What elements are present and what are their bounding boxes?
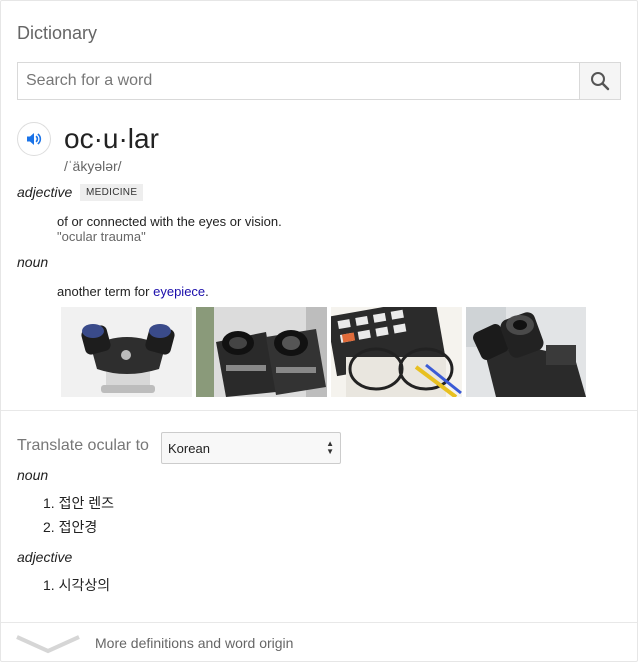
select-arrows-icon: ▲ ▼	[326, 439, 334, 456]
translation-pos-adjective: adjective	[17, 549, 73, 565]
speaker-icon	[27, 133, 42, 145]
pronunciation-audio-button[interactable]	[17, 122, 51, 156]
translation-item: 1. 시각상의	[43, 577, 111, 593]
definition-prefix: another term for	[57, 284, 154, 299]
microscope-eyepieces-image[interactable]	[61, 307, 192, 397]
card-title: Dictionary	[17, 23, 98, 43]
definition-noun: another term for eyepiece.	[57, 284, 209, 299]
dictionary-card: Dictionary oc·u·lar /ˈäkyələr/ adjective…	[0, 0, 638, 662]
more-definitions-button[interactable]: More definitions and word origin	[1, 623, 637, 661]
phonetic-spelling: /ˈäkyələr/	[64, 158, 122, 174]
more-definitions-label: More definitions and word origin	[95, 635, 294, 651]
part-of-speech-noun: noun	[17, 254, 49, 270]
example-sentence: "ocular trauma"	[57, 229, 146, 244]
translation-item: 2. 접안경	[43, 519, 98, 535]
eyepiece-link[interactable]: eyepiece	[153, 284, 205, 299]
selected-language: Korean	[168, 440, 210, 456]
section-divider	[1, 410, 637, 411]
glasses-on-calculator-image[interactable]	[331, 307, 462, 397]
image-strip	[61, 307, 597, 397]
microscope-head-image[interactable]	[466, 307, 597, 397]
binocular-eyepiece-closeup-image[interactable]	[196, 307, 327, 397]
translation-pos-noun: noun	[17, 467, 49, 483]
chevron-down-icon	[16, 635, 80, 654]
translation-item: 1. 접안 렌즈	[43, 495, 114, 511]
definition-suffix: .	[205, 284, 209, 299]
part-of-speech-adjective: adjective	[17, 184, 73, 200]
translate-label: Translate ocular to	[17, 437, 149, 454]
headword: oc·u·lar	[64, 123, 159, 154]
definition-adjective: of or connected with the eyes or vision.	[57, 214, 282, 229]
search-icon	[591, 72, 610, 91]
search-box	[17, 62, 621, 100]
language-select[interactable]: Korean ▲ ▼	[161, 432, 341, 464]
domain-label-badge: MEDICINE	[80, 184, 144, 201]
search-input[interactable]	[18, 63, 579, 99]
search-button[interactable]	[579, 63, 620, 99]
